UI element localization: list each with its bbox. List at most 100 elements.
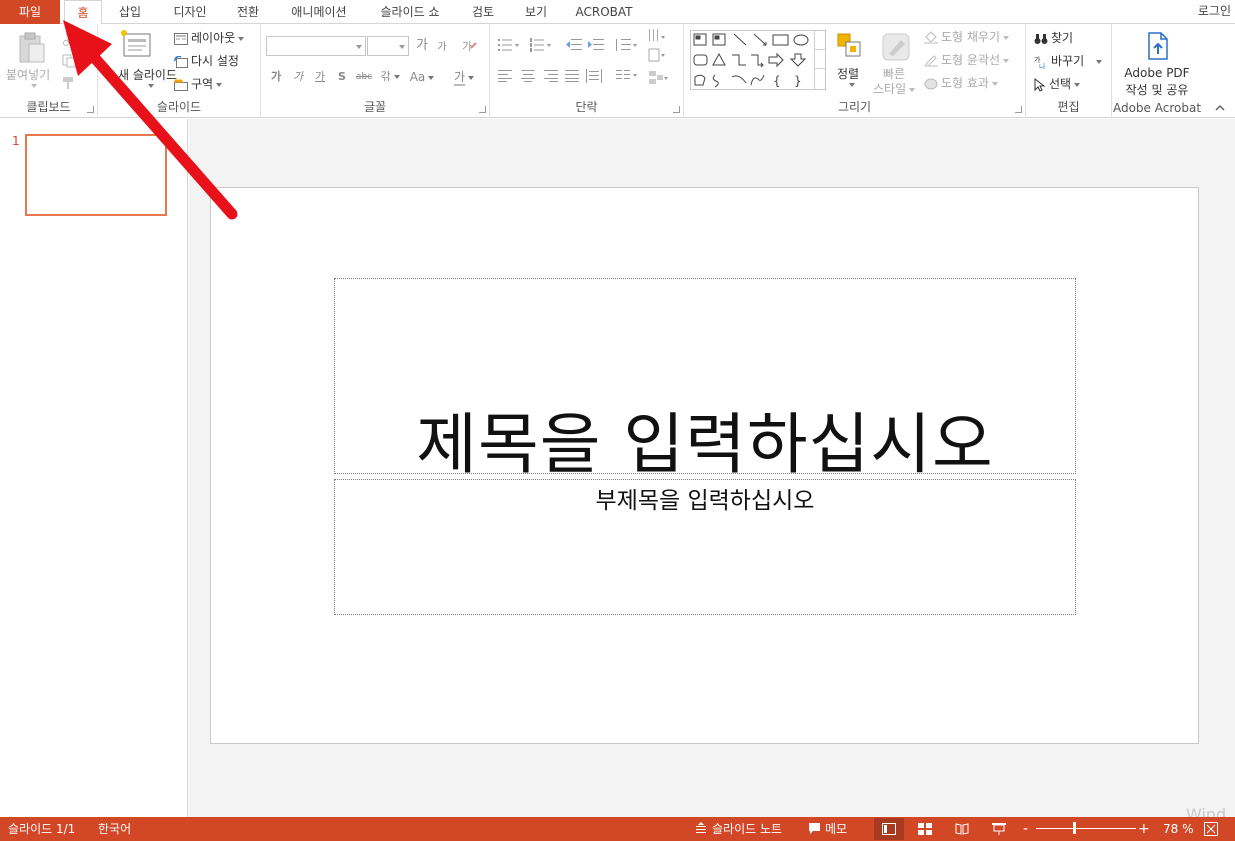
replace-label: 바꾸기 — [1051, 54, 1085, 68]
zoom-slider-track[interactable] — [1036, 828, 1136, 829]
change-case-button[interactable]: Aa — [409, 68, 435, 86]
shapes-gallery[interactable]: { } — [690, 30, 826, 90]
section-button[interactable]: 구역 — [174, 74, 223, 94]
format-painter-icon[interactable] — [62, 76, 76, 90]
tab-review[interactable]: 검토 — [462, 0, 504, 24]
slide-sorter-view-icon[interactable] — [918, 823, 932, 835]
clear-formatting-icon[interactable]: 가 — [461, 38, 477, 54]
notes-button[interactable]: 슬라이드 노트 — [712, 817, 782, 841]
line-spacing-icon[interactable] — [614, 37, 638, 53]
create-pdf-button[interactable]: Adobe PDF 작성 및 공유 — [1116, 30, 1198, 97]
zoom-in-button[interactable]: + — [1138, 817, 1150, 841]
font-color-button[interactable]: 가 — [451, 68, 477, 86]
select-dropdown-icon — [1074, 82, 1081, 87]
layout-button[interactable]: 레이아웃 — [174, 28, 245, 48]
font-color-dropdown-icon — [468, 75, 475, 80]
font-launcher-icon[interactable] — [479, 106, 486, 113]
quick-styles-label-text: 스타일 — [873, 82, 907, 96]
shrink-font-button[interactable]: 가 — [433, 39, 451, 57]
tab-file[interactable]: 파일 — [0, 0, 60, 24]
select-button[interactable]: 선택 — [1034, 74, 1081, 94]
arrange-button[interactable]: 정렬 — [832, 30, 868, 96]
section-dropdown-icon — [216, 82, 223, 87]
underline-button[interactable]: 가 — [311, 68, 329, 86]
arrange-icon — [837, 33, 861, 57]
copy-icon[interactable] — [62, 54, 76, 68]
bullets-icon[interactable] — [498, 38, 520, 52]
normal-view-icon — [882, 823, 896, 835]
clipboard-launcher-icon[interactable] — [87, 106, 94, 113]
normal-view-button[interactable] — [874, 818, 904, 840]
paragraph-launcher-icon[interactable] — [673, 106, 680, 113]
font-name-combo[interactable] — [266, 36, 366, 56]
tab-animations[interactable]: 애니메이션 — [280, 0, 358, 24]
increase-indent-icon[interactable] — [588, 38, 604, 52]
drawing-launcher-icon[interactable] — [1015, 106, 1022, 113]
align-center-icon[interactable] — [520, 70, 536, 82]
svg-text:가: 가 — [462, 40, 472, 53]
align-left-icon[interactable] — [498, 70, 514, 82]
slide-editing-canvas: 제목을 입력하십시오 부제목을 입력하십시오 — [189, 119, 1235, 817]
quick-styles-button[interactable]: 빠른 스타일 — [871, 30, 919, 96]
paste-button[interactable]: 붙여넣기 — [6, 30, 56, 92]
shapes-gallery-scroll[interactable] — [814, 31, 825, 89]
slide-count[interactable]: 슬라이드 1/1 — [8, 817, 75, 841]
tab-slideshow[interactable]: 슬라이드 쇼 — [368, 0, 452, 24]
justify-icon[interactable] — [564, 70, 580, 82]
new-slide-button[interactable]: 새 슬라이드 — [108, 28, 177, 94]
tab-transitions[interactable]: 전환 — [228, 0, 268, 24]
distributed-icon[interactable] — [586, 69, 602, 83]
bold-button[interactable]: 가 — [267, 68, 285, 86]
shadow-button[interactable]: S — [333, 68, 351, 86]
tab-design[interactable]: 디자인 — [162, 0, 218, 24]
cut-icon[interactable] — [62, 32, 76, 46]
reading-view-icon[interactable] — [955, 823, 969, 835]
shape-effects-button[interactable]: 도형 효과 — [924, 73, 998, 93]
shape-fill-label: 도형 채우기 — [941, 30, 1001, 44]
collapse-ribbon-icon[interactable] — [1214, 104, 1226, 112]
comments-button[interactable]: 메모 — [825, 817, 847, 841]
reset-button[interactable]: 다시 설정 — [174, 51, 239, 71]
shape-outline-button[interactable]: 도형 윤곽선 — [924, 50, 1010, 70]
tab-view[interactable]: 보기 — [514, 0, 558, 24]
ribbon: 붙여넣기 클립보드 새 슬라이드 레이아웃 다시 설정 구역 슬라이드 가 가 … — [0, 24, 1235, 118]
text-direction-icon[interactable] — [648, 28, 666, 44]
slide[interactable]: 제목을 입력하십시오 부제목을 입력하십시오 — [210, 187, 1199, 744]
grow-font-button[interactable]: 가 — [413, 37, 431, 55]
find-button[interactable]: 찾기 — [1034, 28, 1073, 48]
font-size-combo[interactable] — [367, 36, 409, 56]
tab-acrobat[interactable]: ACROBAT — [570, 0, 638, 24]
title-placeholder[interactable]: 제목을 입력하십시오 — [334, 278, 1076, 483]
zoom-out-button[interactable]: - — [1023, 817, 1028, 841]
zoom-slider-thumb[interactable] — [1073, 822, 1076, 834]
fit-to-window-icon[interactable] — [1204, 822, 1218, 836]
language-indicator[interactable]: 한국어 — [98, 817, 131, 841]
replace-button[interactable]: 가 나 바꾸기 — [1034, 51, 1103, 71]
align-right-icon[interactable] — [542, 70, 558, 82]
smartart-icon[interactable] — [648, 70, 668, 86]
strikethrough-button[interactable]: abc — [355, 68, 373, 86]
slideshow-view-icon[interactable] — [992, 822, 1006, 836]
numbering-icon[interactable] — [530, 38, 552, 52]
italic-button[interactable]: 가 — [289, 68, 307, 86]
login-link[interactable]: 로그인 — [1198, 0, 1231, 22]
svg-text:}: } — [794, 74, 802, 88]
group-label-drawing: 그리기 — [837, 100, 872, 114]
shape-effects-dropdown-icon — [991, 81, 998, 86]
columns-icon[interactable] — [616, 70, 638, 82]
zoom-level[interactable]: 78 % — [1163, 817, 1194, 841]
svg-text:{: { — [773, 74, 781, 88]
section-label: 구역 — [191, 77, 214, 91]
subtitle-placeholder[interactable]: 부제목을 입력하십시오 — [334, 479, 1076, 615]
tab-home[interactable]: 홈 — [64, 0, 102, 25]
font-size-dropdown-icon — [399, 45, 405, 49]
decrease-indent-icon[interactable] — [566, 38, 582, 52]
tab-insert[interactable]: 삽입 — [110, 0, 150, 24]
char-spacing-button[interactable]: 갂 — [377, 68, 403, 86]
align-text-icon[interactable] — [648, 48, 666, 62]
shape-fill-button[interactable]: 도형 채우기 — [924, 27, 1010, 47]
change-case-label: Aa — [409, 70, 426, 84]
change-case-dropdown-icon — [428, 75, 435, 80]
slide-thumbnail[interactable] — [25, 134, 167, 216]
group-label-acrobat: Adobe Acrobat — [1112, 101, 1202, 115]
